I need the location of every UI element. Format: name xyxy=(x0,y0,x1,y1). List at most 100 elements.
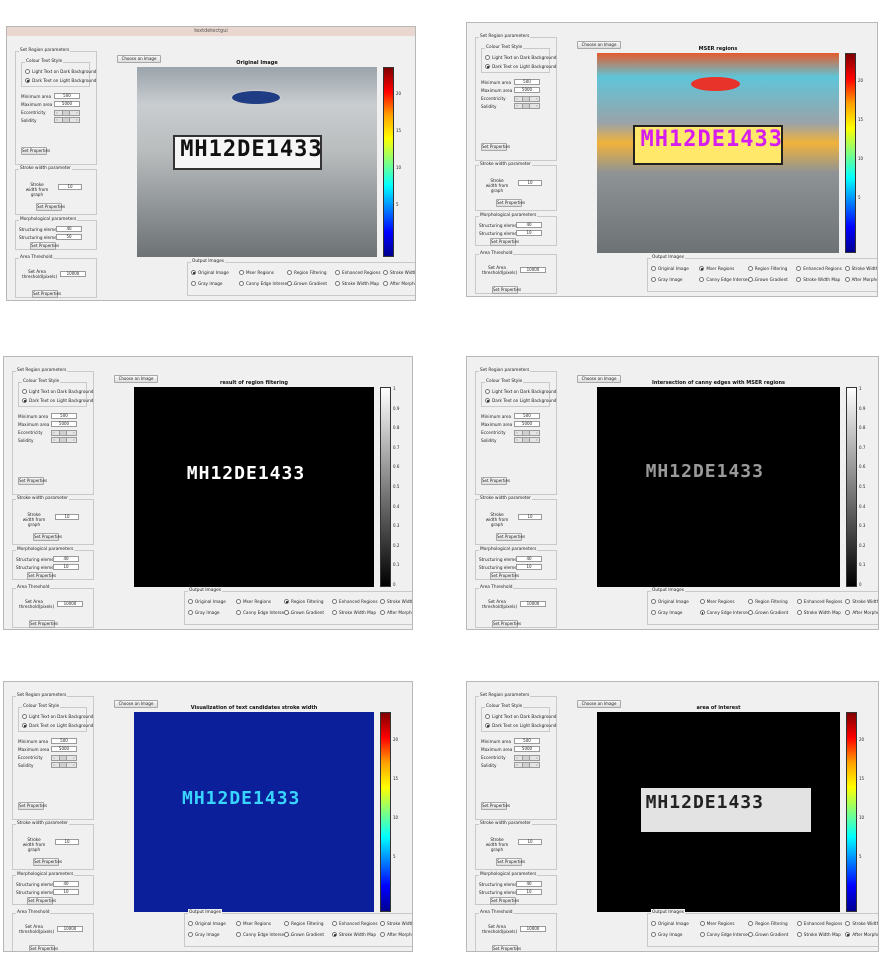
slider-thumb[interactable] xyxy=(59,438,67,442)
dark-text-radio[interactable] xyxy=(485,64,490,69)
output-option-radio[interactable] xyxy=(844,266,850,271)
stroke-width-field[interactable]: 10 xyxy=(518,180,542,186)
slider-right-arrow-icon[interactable]: › xyxy=(72,438,76,442)
area-threshold-field[interactable]: 10000 xyxy=(520,267,546,273)
output-option-radio[interactable] xyxy=(239,270,244,275)
max-area-field[interactable]: 5000 xyxy=(54,101,80,107)
set-properties-button[interactable]: Set Properties xyxy=(18,802,47,810)
output-option-radio[interactable] xyxy=(747,277,753,282)
output-option-radio[interactable] xyxy=(796,610,802,615)
area-threshold-field[interactable]: 10000 xyxy=(520,926,546,932)
slider-thumb[interactable] xyxy=(62,118,70,122)
output-option-radio[interactable] xyxy=(699,932,705,937)
output-option-radio[interactable] xyxy=(239,281,244,286)
slider-thumb[interactable] xyxy=(59,763,67,767)
output-option-radio[interactable] xyxy=(188,610,193,615)
dark-text-radio[interactable] xyxy=(485,723,490,728)
output-option-radio[interactable] xyxy=(287,270,292,275)
slider-thumb[interactable] xyxy=(522,438,530,442)
solidity-slider[interactable]: ‹ › xyxy=(514,762,540,768)
slider-right-arrow-icon[interactable]: › xyxy=(535,104,539,108)
output-option-radio[interactable] xyxy=(188,921,193,926)
output-option-radio[interactable] xyxy=(844,277,850,282)
output-option-radio[interactable] xyxy=(651,610,656,615)
dark-text-radio[interactable] xyxy=(22,723,27,728)
min-area-field[interactable]: 500 xyxy=(514,738,540,744)
output-option-radio[interactable] xyxy=(380,921,385,926)
set-properties-button[interactable]: Set Properties xyxy=(27,572,56,580)
output-option-radio[interactable] xyxy=(845,599,851,604)
output-option-radio[interactable] xyxy=(380,599,385,604)
set-properties-button[interactable]: Set Properties xyxy=(481,143,510,151)
output-option-radio[interactable] xyxy=(335,281,340,286)
struct-element-2-field[interactable]: 10 xyxy=(516,564,542,570)
output-option-radio[interactable] xyxy=(236,610,241,615)
set-properties-button[interactable]: Set Properties xyxy=(18,477,47,485)
slider-right-arrow-icon[interactable]: › xyxy=(72,431,76,435)
set-properties-button[interactable]: Set Properties xyxy=(490,238,519,246)
slider-thumb[interactable] xyxy=(522,431,530,435)
output-option-radio[interactable] xyxy=(651,277,656,282)
stroke-width-field[interactable]: 10 xyxy=(518,514,542,520)
choose-image-button[interactable]: Choose an Image xyxy=(114,375,158,383)
min-area-field[interactable]: 500 xyxy=(51,738,77,744)
output-option-radio[interactable] xyxy=(651,266,656,271)
struct-element-1-field[interactable]: 40 xyxy=(56,226,82,232)
solidity-slider[interactable]: ‹ › xyxy=(514,103,540,109)
slider-left-arrow-icon[interactable]: ‹ xyxy=(515,97,519,101)
struct-element-2-field[interactable]: 10 xyxy=(516,230,542,236)
set-properties-button[interactable]: Set Properties xyxy=(33,858,62,866)
light-text-radio[interactable] xyxy=(485,55,490,60)
output-option-radio[interactable] xyxy=(699,599,705,604)
eccentricity-slider[interactable]: ‹ › xyxy=(514,755,540,761)
struct-element-2-field[interactable]: 10 xyxy=(53,564,79,570)
slider-left-arrow-icon[interactable]: ‹ xyxy=(55,111,59,115)
choose-image-button[interactable]: Choose an Image xyxy=(577,41,621,49)
struct-element-1-field[interactable]: 40 xyxy=(53,881,79,887)
solidity-slider[interactable]: ‹ › xyxy=(514,437,540,443)
struct-element-1-field[interactable]: 40 xyxy=(53,556,79,562)
slider-left-arrow-icon[interactable]: ‹ xyxy=(52,763,56,767)
struct-element-2-field[interactable]: 10 xyxy=(516,889,542,895)
output-option-radio[interactable] xyxy=(748,921,754,926)
output-option-radio[interactable] xyxy=(236,599,241,604)
light-text-radio[interactable] xyxy=(485,389,490,394)
choose-image-button[interactable]: Choose an Image xyxy=(114,700,158,708)
set-properties-button[interactable]: Set Properties xyxy=(490,897,519,905)
output-option-radio[interactable] xyxy=(236,921,241,926)
slider-thumb[interactable] xyxy=(522,763,530,767)
output-option-radio[interactable] xyxy=(380,610,385,615)
light-text-radio[interactable] xyxy=(25,69,30,74)
eccentricity-slider[interactable]: ‹ › xyxy=(514,430,540,436)
max-area-field[interactable]: 5000 xyxy=(51,746,77,752)
area-threshold-field[interactable]: 10000 xyxy=(60,271,86,277)
slider-right-arrow-icon[interactable]: › xyxy=(75,118,79,122)
min-area-field[interactable]: 500 xyxy=(514,413,540,419)
choose-image-button[interactable]: Choose an Image xyxy=(577,700,621,708)
output-option-radio[interactable] xyxy=(651,932,656,937)
set-properties-button[interactable]: Set Properties xyxy=(496,533,525,541)
struct-element-1-field[interactable]: 40 xyxy=(516,556,542,562)
area-threshold-field[interactable]: 10000 xyxy=(520,601,546,607)
output-option-radio[interactable] xyxy=(845,610,851,615)
slider-left-arrow-icon[interactable]: ‹ xyxy=(515,763,519,767)
max-area-field[interactable]: 5000 xyxy=(514,87,540,93)
slider-thumb[interactable] xyxy=(522,97,530,101)
output-option-radio[interactable] xyxy=(188,599,193,604)
max-area-field[interactable]: 5000 xyxy=(51,421,77,427)
output-option-radio[interactable] xyxy=(796,599,802,604)
output-option-radio[interactable] xyxy=(383,281,388,286)
struct-element-2-field[interactable]: 10 xyxy=(53,889,79,895)
set-properties-button[interactable]: Set Properties xyxy=(496,199,525,207)
set-properties-button[interactable]: Set Properties xyxy=(496,858,525,866)
set-properties-button[interactable]: Set Properties xyxy=(21,147,50,155)
output-option-radio[interactable] xyxy=(332,932,337,937)
set-properties-button[interactable]: Set Properties xyxy=(36,203,65,211)
min-area-field[interactable]: 500 xyxy=(51,413,77,419)
output-option-radio[interactable] xyxy=(699,921,705,926)
slider-left-arrow-icon[interactable]: ‹ xyxy=(515,438,519,442)
stroke-width-field[interactable]: 10 xyxy=(55,514,79,520)
output-option-radio[interactable] xyxy=(188,932,193,937)
set-properties-button[interactable]: Set Properties xyxy=(32,290,61,298)
slider-right-arrow-icon[interactable]: › xyxy=(535,438,539,442)
